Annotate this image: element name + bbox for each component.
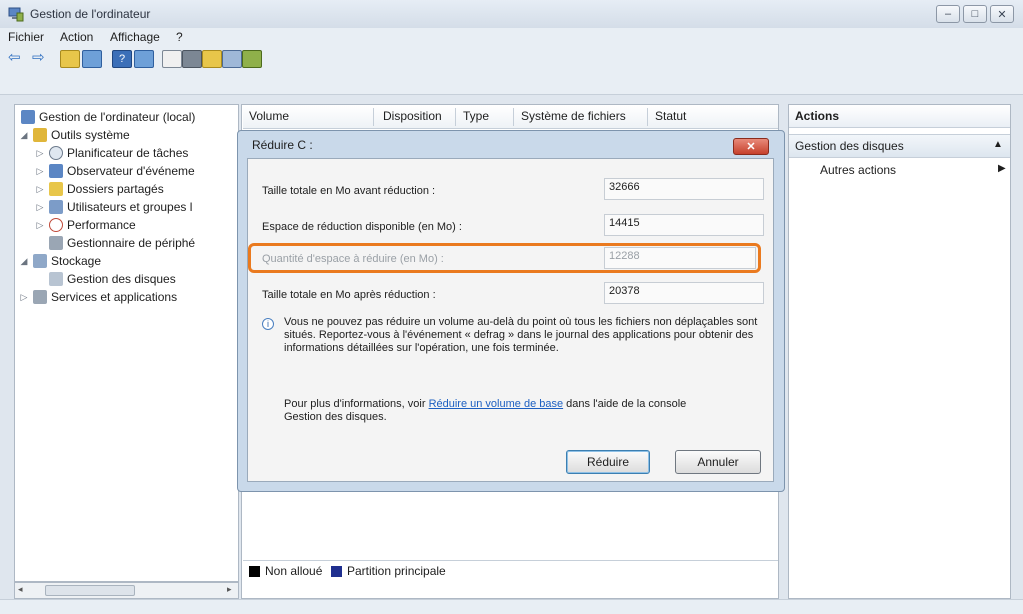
collapsed-arrow-icon[interactable]: ▷ (35, 202, 45, 213)
scroll-left-icon[interactable]: ◂ (18, 584, 23, 595)
status-bar (0, 599, 1023, 614)
tree-item-shared-folders[interactable]: ▷ Dossiers partagés (35, 182, 164, 196)
device-manager-icon (49, 236, 63, 250)
column-header: Volume Disposition Type Système de fichi… (243, 106, 778, 129)
collapse-arrow-icon[interactable]: ▲ (993, 139, 1003, 150)
collapsed-arrow-icon[interactable]: ▷ (35, 148, 45, 159)
tree-services-apps[interactable]: ▷ Services et applications (19, 290, 177, 304)
info-icon: i (262, 318, 274, 330)
computer-management-icon (8, 6, 24, 22)
other-actions-item[interactable]: Autres actions (820, 163, 896, 177)
more-info-text: Pour plus d'informations, voir Réduire u… (284, 398, 687, 423)
collapsed-arrow-icon[interactable]: ▷ (35, 166, 45, 177)
performance-icon (49, 218, 63, 232)
tree-root[interactable]: Gestion de l'ordinateur (local) (21, 110, 195, 124)
storage-icon (33, 254, 47, 268)
event-viewer-icon (49, 164, 63, 178)
dialog-close-button[interactable]: ✕ (733, 138, 769, 155)
col-volume[interactable]: Volume (249, 109, 289, 123)
clock-icon (49, 146, 63, 160)
window-title: Gestion de l'ordinateur (30, 7, 151, 21)
shared-folder-icon (49, 182, 63, 196)
available-shrink-value: 14415 (604, 214, 764, 236)
collapsed-arrow-icon[interactable]: ▷ (35, 184, 45, 195)
actions-pane (788, 104, 1011, 599)
expanded-arrow-icon[interactable]: ◢ (19, 130, 29, 141)
total-after-value: 20378 (604, 282, 764, 304)
tree-item-users-groups[interactable]: ▷ Utilisateurs et groupes l (35, 200, 192, 214)
tree-storage[interactable]: ◢ Stockage (19, 254, 101, 268)
unallocated-swatch (249, 566, 260, 577)
title-bar (0, 0, 1023, 29)
properties-icon[interactable] (134, 50, 154, 68)
tree-item-performance[interactable]: ▷ Performance (35, 218, 136, 232)
total-before-label: Taille totale en Mo avant réduction : (262, 185, 436, 197)
disk-icon (49, 272, 63, 286)
open-folder-icon[interactable] (202, 50, 222, 68)
primary-partition-swatch (331, 566, 342, 577)
col-filesystem[interactable]: Système de fichiers (521, 109, 626, 123)
show-hide-tree-icon[interactable] (82, 50, 102, 68)
cancel-button[interactable]: Annuler (675, 450, 761, 474)
submenu-arrow-icon[interactable]: ▶ (998, 163, 1006, 174)
users-icon (49, 200, 63, 214)
computer-icon (21, 110, 35, 124)
actions-section-disk-management[interactable]: Gestion des disques ▲ (789, 134, 1010, 158)
menu-fichier[interactable]: Fichier (8, 30, 44, 44)
tree-item-device-manager[interactable]: Gestionnaire de périphé (49, 236, 195, 250)
menu-help[interactable]: ? (176, 30, 183, 44)
total-after-label: Taille totale en Mo après réduction : (262, 289, 436, 301)
col-disposition[interactable]: Disposition (383, 109, 442, 123)
close-button[interactable]: ✕ (990, 5, 1014, 23)
dialog-title: Réduire C : (252, 138, 313, 152)
export-icon[interactable] (182, 50, 202, 68)
back-arrow-icon[interactable]: ⇦ (8, 48, 28, 66)
col-type[interactable]: Type (463, 109, 489, 123)
help-icon[interactable]: ? (112, 50, 132, 68)
search-icon[interactable] (222, 50, 242, 68)
help-link[interactable]: Réduire un volume de base (429, 398, 564, 410)
legend-unallocated: Non alloué (265, 564, 323, 578)
menu-affichage[interactable]: Affichage (110, 30, 160, 44)
services-icon (33, 290, 47, 304)
disk-legend: Non alloué Partition principale (243, 560, 778, 583)
tree-item-event-viewer[interactable]: ▷ Observateur d'événeme (35, 164, 195, 178)
tools-icon (33, 128, 47, 142)
expanded-arrow-icon[interactable]: ◢ (19, 256, 29, 267)
tree-system-tools[interactable]: ◢ Outils système (19, 128, 130, 142)
available-shrink-label: Espace de réduction disponible (en Mo) : (262, 221, 462, 233)
info-text: Vous ne pouvez pas réduire un volume au-… (284, 316, 758, 354)
tree-item-disk-management[interactable]: Gestion des disques (49, 272, 176, 286)
settings-icon[interactable] (242, 50, 262, 68)
maximize-button[interactable]: □ (963, 5, 987, 23)
navigation-tree: Gestion de l'ordinateur (local) ◢ Outils… (14, 104, 239, 582)
up-folder-icon[interactable] (60, 50, 80, 68)
minimize-button[interactable]: – (936, 5, 960, 23)
actions-header: Actions (789, 105, 1010, 128)
forward-arrow-icon[interactable]: ⇨ (32, 48, 52, 66)
collapsed-arrow-icon[interactable]: ▷ (35, 220, 45, 231)
refresh-icon[interactable] (162, 50, 182, 68)
total-before-value: 32666 (604, 178, 764, 200)
collapsed-arrow-icon[interactable]: ▷ (19, 292, 29, 303)
scroll-thumb[interactable] (45, 585, 135, 596)
scroll-right-icon[interactable]: ▸ (227, 584, 232, 595)
legend-primary: Partition principale (347, 564, 446, 578)
reduce-button[interactable]: Réduire (566, 450, 650, 474)
highlight-frame (248, 243, 761, 273)
menu-action[interactable]: Action (60, 30, 93, 44)
col-status[interactable]: Statut (655, 109, 686, 123)
tree-item-scheduler[interactable]: ▷ Planificateur de tâches (35, 146, 188, 160)
horizontal-scrollbar[interactable]: ◂ ▸ (14, 582, 239, 599)
